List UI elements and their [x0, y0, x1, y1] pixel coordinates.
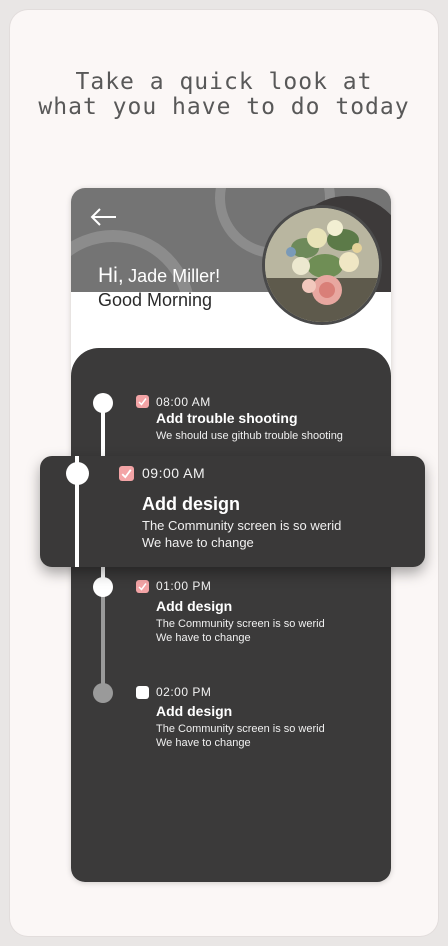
task-desc-line-1: The Community screen is so werid — [142, 518, 342, 533]
highlighted-task-card[interactable]: 09:00 AM Add design The Community screen… — [40, 456, 425, 567]
flower-bouquet-icon — [265, 208, 379, 322]
task-desc-line-1: The Community screen is so werid — [156, 618, 325, 630]
avatar[interactable] — [262, 205, 382, 325]
check-icon — [138, 583, 147, 591]
task-time: 02:00 PM — [156, 685, 212, 699]
timeline-dot — [93, 393, 113, 413]
checkbox-unchecked[interactable] — [136, 686, 149, 699]
check-icon — [121, 469, 132, 479]
task-title: Add trouble shooting — [156, 410, 298, 426]
headline-line-2: what you have to do today — [38, 94, 410, 120]
task-title: Add design — [156, 598, 233, 614]
timeline-dot — [93, 577, 113, 597]
checkbox-checked[interactable] — [136, 580, 149, 593]
greeting-hi: Hi, Jade Miller! — [98, 264, 220, 288]
task-time: 01:00 PM — [156, 579, 212, 593]
task-desc-line-2: We have to change — [156, 737, 251, 749]
schedule-panel: 08:00 AM Add trouble shooting We should … — [71, 348, 391, 882]
arrow-left-icon[interactable] — [89, 206, 119, 228]
task-desc-line-1: The Community screen is so werid — [156, 723, 325, 735]
timeline-line-grey — [101, 588, 105, 692]
task-time: 08:00 AM — [156, 395, 211, 409]
onboarding-headline: Take a quick look at what you have to do… — [0, 70, 448, 120]
checkbox-checked[interactable] — [136, 395, 149, 408]
user-name: Jade Miller! — [128, 266, 221, 286]
task-desc-line-2: We have to change — [156, 632, 251, 644]
task-time: 09:00 AM — [142, 465, 206, 481]
task-title: Add design — [156, 703, 233, 719]
hi-text: Hi, — [98, 264, 124, 287]
timeline-dot — [66, 462, 89, 485]
headline-line-1: Take a quick look at — [75, 69, 373, 95]
timeline-dot-pending — [93, 683, 113, 703]
task-title: Add design — [142, 494, 240, 514]
task-desc-line-2: We have to change — [142, 535, 254, 550]
task-desc: We should use github trouble shooting — [156, 430, 343, 442]
good-morning-text: Good Morning — [98, 290, 213, 310]
check-icon — [138, 398, 147, 406]
checkbox-checked[interactable] — [119, 466, 134, 481]
